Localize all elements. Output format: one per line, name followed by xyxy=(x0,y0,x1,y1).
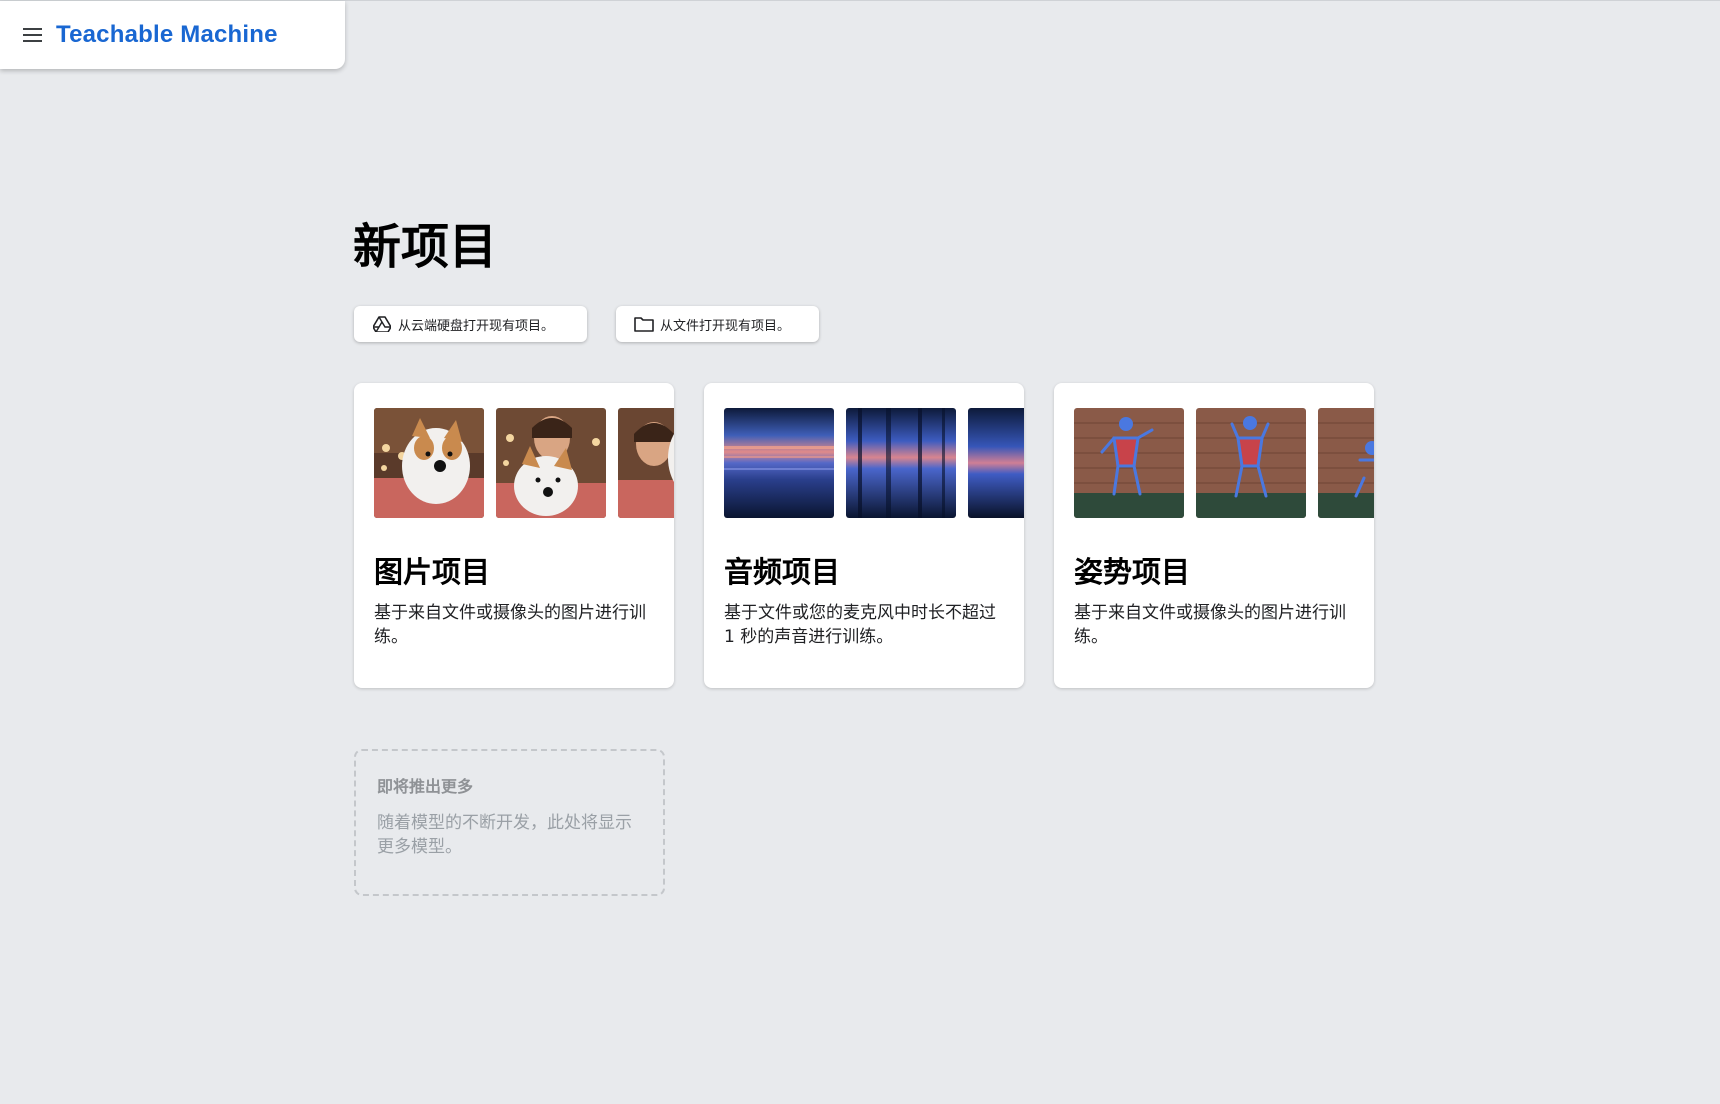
spectrogram-thumbnail-3 xyxy=(968,408,1024,518)
image-project-description: 基于来自文件或摄像头的图片进行训练。 xyxy=(374,603,646,647)
coming-soon-box: 即将推出更多 随着模型的不断开发，此处将显示更多模型。 xyxy=(354,749,665,896)
audio-project-title: 音频项目 xyxy=(724,555,841,589)
pose-skeleton-thumbnail-1 xyxy=(1074,408,1184,518)
image-project-card[interactable]: 图片项目 基于来自文件或摄像头的图片进行训练。 xyxy=(354,383,674,688)
pose-project-card[interactable]: 姿势项目 基于来自文件或摄像头的图片进行训练。 xyxy=(1054,383,1374,688)
hamburger-menu-icon[interactable] xyxy=(20,21,48,49)
pose-skeleton-thumbnail-3 xyxy=(1318,408,1374,518)
audio-project-thumbnails xyxy=(724,408,1024,518)
image-project-title: 图片项目 xyxy=(374,555,491,589)
page-title: 新项目 xyxy=(353,219,498,275)
pose-project-thumbnails xyxy=(1074,408,1374,518)
audio-project-description: 基于文件或您的麦克风中时长不超过 1 秒的声音进行训练。 xyxy=(724,603,996,647)
image-project-thumbnails xyxy=(374,408,674,518)
open-from-file-label: 从文件打开现有项目。 xyxy=(660,318,791,334)
app-brand[interactable]: Teachable Machine xyxy=(56,21,278,49)
spectrogram-thumbnail-1 xyxy=(724,408,834,518)
open-from-file-button[interactable]: 从文件打开现有项目。 xyxy=(616,306,819,342)
spectrogram-thumbnail-2 xyxy=(846,408,956,518)
person-with-corgi-thumbnail xyxy=(496,408,606,518)
open-from-drive-label: 从云端硬盘打开现有项目。 xyxy=(398,318,555,334)
folder-icon xyxy=(634,314,654,334)
top-bar: Teachable Machine xyxy=(0,1,345,69)
audio-project-card[interactable]: 音频项目 基于文件或您的麦克风中时长不超过 1 秒的声音进行训练。 xyxy=(704,383,1024,688)
google-drive-icon xyxy=(372,314,392,334)
coming-soon-description: 随着模型的不断开发，此处将显示更多模型。 xyxy=(377,813,632,857)
person-with-plush-thumbnail xyxy=(618,408,674,518)
corgi-plush-thumbnail xyxy=(374,408,484,518)
pose-project-title: 姿势项目 xyxy=(1074,555,1191,589)
pose-skeleton-thumbnail-2 xyxy=(1196,408,1306,518)
coming-soon-title: 即将推出更多 xyxy=(377,777,474,796)
pose-project-description: 基于来自文件或摄像头的图片进行训练。 xyxy=(1074,603,1346,647)
open-from-drive-button[interactable]: 从云端硬盘打开现有项目。 xyxy=(354,306,587,342)
